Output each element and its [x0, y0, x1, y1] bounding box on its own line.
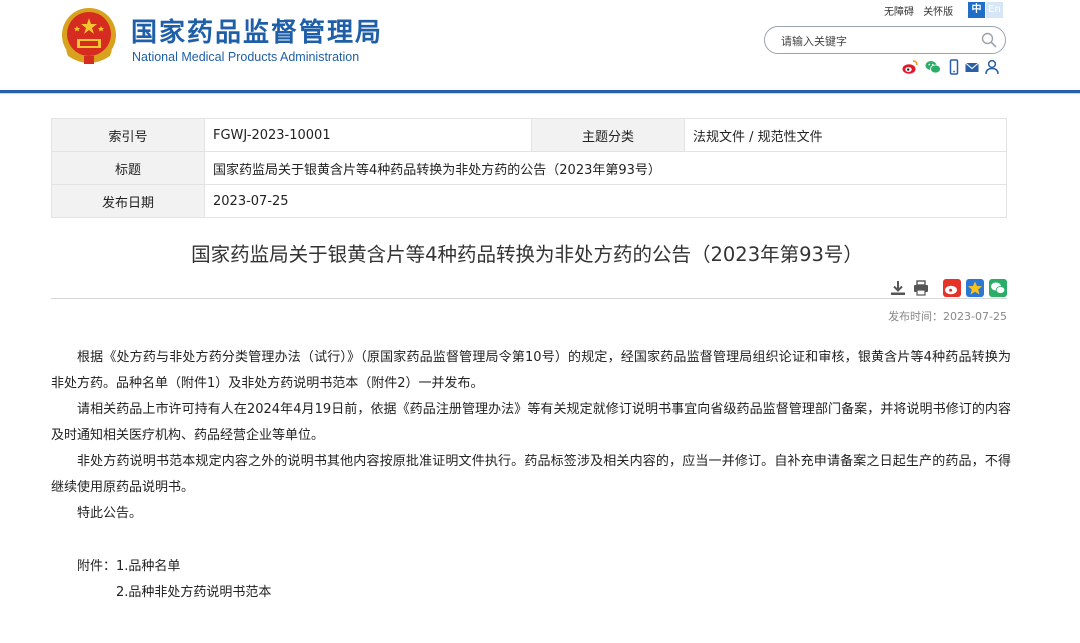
topic-value: 法规文件 / 规范性文件 — [684, 118, 1007, 152]
header-divider-shadow — [0, 93, 1080, 94]
date-value: 2023-07-25 — [204, 184, 1007, 218]
title-divider — [51, 298, 1007, 299]
date-label: 发布日期 — [51, 184, 205, 218]
index-value: FGWJ-2023-10001 — [204, 118, 532, 152]
mobile-icon[interactable] — [946, 59, 962, 75]
title-label: 标题 — [51, 151, 205, 185]
search-input[interactable] — [779, 31, 979, 51]
print-icon[interactable] — [912, 279, 930, 297]
download-icon[interactable] — [889, 279, 907, 297]
search-icon[interactable] — [981, 32, 997, 48]
lang-en-button[interactable]: En — [986, 2, 1003, 18]
table-row: 标题 国家药监局关于银黄含片等4种药品转换为非处方药的公告（2023年第93号） — [51, 151, 1007, 185]
wechat-icon[interactable] — [925, 59, 941, 75]
index-label: 索引号 — [51, 118, 205, 152]
user-icon[interactable] — [984, 59, 1000, 75]
national-emblem-icon[interactable] — [60, 6, 118, 68]
paragraph: 根据《处方药与非处方药分类管理办法（试行）》（原国家药品监督管理局令第10号）的… — [51, 350, 1011, 391]
paragraph: 请相关药品上市许可持有人在2024年4月19日前，依据《药品注册管理办法》等有关… — [51, 402, 1011, 443]
share-weibo-icon[interactable] — [943, 279, 961, 297]
table-row: 索引号 FGWJ-2023-10001 主题分类 法规文件 / 规范性文件 — [51, 118, 1007, 152]
paragraph: 特此公告。 — [77, 506, 143, 521]
top-links: 无障碍 关怀版 — [884, 3, 959, 18]
document-info-table: 索引号 FGWJ-2023-10001 主题分类 法规文件 / 规范性文件 标题… — [51, 118, 1007, 218]
attachment-link-2[interactable]: 2.品种非处方药说明书范本 — [116, 581, 271, 600]
accessibility-link[interactable]: 无障碍 — [884, 7, 914, 18]
title-value: 国家药监局关于银黄含片等4种药品转换为非处方药的公告（2023年第93号） — [204, 151, 1007, 185]
weibo-icon[interactable] — [902, 59, 918, 75]
elderly-mode-link[interactable]: 关怀版 — [923, 7, 953, 18]
site-title-en[interactable]: National Medical Products Administration — [132, 50, 359, 64]
topic-label: 主题分类 — [531, 118, 685, 152]
share-qzone-icon[interactable] — [966, 279, 984, 297]
article-title: 国家药监局关于银黄含片等4种药品转换为非处方药的公告（2023年第93号） — [191, 243, 863, 266]
search-box — [764, 26, 1006, 54]
attachment-link-1[interactable]: 附件：1.品种名单 — [77, 555, 180, 574]
share-wechat-icon[interactable] — [989, 279, 1007, 297]
site-title-cn[interactable]: 国家药品监督管理局 — [131, 12, 383, 49]
mail-icon[interactable] — [964, 59, 980, 75]
site-header: 国家药品监督管理局 National Medical Products Admi… — [0, 0, 1080, 94]
article-body: 根据《处方药与非处方药分类管理办法（试行）》（原国家药品监督管理局令第10号）的… — [51, 345, 1011, 527]
paragraph: 非处方药说明书范本规定内容之外的说明书其他内容按原批准证明文件执行。药品标签涉及… — [51, 454, 1011, 495]
publish-time: 发布时间：2023-07-25 — [888, 310, 1007, 323]
lang-zh-button[interactable]: 中 — [968, 2, 985, 18]
table-row: 发布日期 2023-07-25 — [51, 184, 1007, 218]
